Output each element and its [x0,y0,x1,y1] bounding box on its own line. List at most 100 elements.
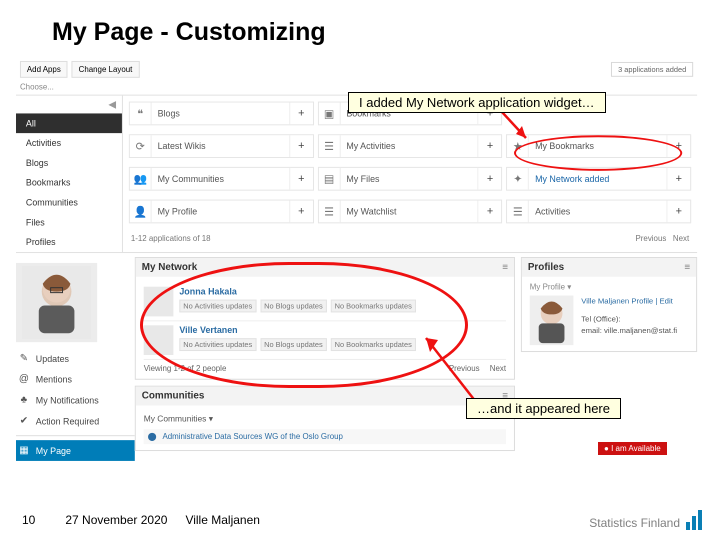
availability-text: I am Available [611,444,661,453]
collapse-icon[interactable]: ◀ [16,96,122,114]
sidebar-item-label: Mentions [36,374,72,384]
sidebar-item[interactable]: ✎Updates [16,348,135,369]
app-label: My Files [340,174,477,184]
sidebar-item[interactable]: @Mentions [16,369,135,390]
add-app-plus[interactable]: + [666,201,690,223]
community-row[interactable]: ⬤ Administrative Data Sources WG of the … [144,429,506,444]
add-apps-button[interactable]: Add Apps [20,60,68,77]
app-cell[interactable]: ☰My Activities+ [318,134,503,158]
app-icon: ☰ [507,201,529,223]
app-label: My Activities [340,141,477,151]
app-cell[interactable]: ✦My Network added+ [506,167,691,191]
pager-range: 1-12 applications of 18 [131,234,211,248]
app-cell[interactable]: ▤My Files+ [318,167,503,191]
app-label: Blogs [152,108,289,118]
category-item[interactable]: Files [16,212,122,232]
sidebar-icon: ✔ [18,415,30,426]
category-item[interactable]: All [16,113,122,133]
add-app-plus[interactable]: + [289,201,313,223]
grid-icon: ▦ [18,445,30,456]
widget-menu-icon[interactable]: ≡ [502,262,508,273]
category-item[interactable]: Activities [16,133,122,153]
add-app-plus[interactable]: + [666,168,690,190]
slide-title: My Page - Customizing [52,18,326,47]
add-app-plus[interactable]: + [289,103,313,125]
profile-email: email: ville.maljanen@stat.fi [581,325,677,337]
network-person-row[interactable]: Jonna Hakala No Activities updates No Blog… [144,283,506,322]
app-label: My Network added [529,174,666,184]
person-name: Jonna Hakala [179,287,415,297]
app-cell[interactable]: ❝Blogs+ [129,102,314,126]
availability-badge[interactable]: ● I am Available [598,442,667,455]
app-icon: ★ [507,135,529,157]
person-name: Ville Vertanen [179,325,415,335]
page-number: 10 [22,513,35,527]
pager-next[interactable]: Next [673,234,689,243]
profiles-widget: Profiles ≡ My Profile ▾ Ville Maljanen P… [521,257,697,352]
add-app-plus[interactable]: + [666,135,690,157]
annotation-top: I added My Network application widget… [348,92,606,113]
category-item[interactable]: Bookmarks [16,173,122,193]
add-app-plus[interactable]: + [478,135,502,157]
pager-prev[interactable]: Previous [635,234,666,243]
widget-title: Profiles [528,262,564,273]
screenshot-container: Add Apps Change Layout 3 applications ad… [16,58,697,454]
left-column: ✎Updates@Mentions ♣ My Notifications ✔Actio… [16,257,135,461]
prev-link[interactable]: Previous [449,364,480,373]
app-icon: ▣ [319,103,341,125]
category-item[interactable]: Communities [16,193,122,213]
status-chip: No Blogs updates [260,300,327,313]
app-icon: 👥 [130,168,152,190]
sidebar-icon: ♣ [18,395,30,406]
communities-selector[interactable]: My Communities ▾ [144,411,506,426]
app-cell[interactable]: ★My Bookmarks+ [506,134,691,158]
sidebar-item-label: My Notifications [36,395,99,405]
app-cell[interactable]: ⟳Latest Wikis+ [129,134,314,158]
app-cell[interactable]: ☰Activities+ [506,200,691,224]
app-icon: ❝ [130,103,152,125]
app-label: My Bookmarks [529,141,666,151]
app-cell[interactable]: ☰My Watchlist+ [318,200,503,224]
network-person-row[interactable]: Ville Vertanen No Activities updates No Bl… [144,321,506,360]
status-chip: No Activities updates [179,338,256,351]
app-picker: ◀ AllActivitiesBlogsBookmarksCommunities… [16,95,697,253]
user-avatar [16,263,97,342]
next-link[interactable]: Next [490,364,506,373]
sidebar-item-label: Updates [36,354,69,364]
app-label: Latest Wikis [152,141,289,151]
add-app-plus[interactable]: + [478,168,502,190]
app-grid: ❝Blogs+▣Bookmarks++⟳Latest Wikis+☰My Act… [123,96,697,252]
brand-logo: Statistics Finland [589,510,702,530]
brand-text: Statistics Finland [589,516,680,530]
sidebar-item[interactable]: ✔Action Required [16,410,135,431]
app-label: My Watchlist [340,207,477,217]
brand-bars-icon [686,510,702,530]
app-icon: ▤ [319,168,341,190]
app-cell[interactable]: 👤My Profile+ [129,200,314,224]
category-item[interactable]: Profiles [16,232,122,252]
change-layout-button[interactable]: Change Layout [72,60,140,77]
category-item[interactable]: Blogs [16,153,122,173]
sidebar-item-mypage[interactable]: ▦ My Page [16,440,135,461]
footer-author: Ville Maljanen [185,513,260,527]
add-app-plus[interactable]: + [289,168,313,190]
add-app-plus[interactable]: + [478,201,502,223]
profile-name-line: Ville Maljanen Profile | Edit [581,296,677,308]
right-column: Profiles ≡ My Profile ▾ Ville Maljanen P… [521,257,697,461]
app-cell[interactable]: 👥My Communities+ [129,167,314,191]
annotation-bottom: …and it appeared here [466,398,621,419]
profile-tel: Tel (Office): [581,313,677,325]
widget-menu-icon[interactable]: ≡ [684,262,690,273]
status-chip: No Blogs updates [260,338,327,351]
person-avatar [144,287,174,317]
person-avatar [144,325,174,355]
footer-date: 27 November 2020 [65,513,167,527]
status-chip: No Bookmarks updates [331,300,416,313]
status-chip: No Activities updates [179,300,256,313]
sidebar-item[interactable]: ♣ My Notifications [16,390,135,411]
profiles-subtitle[interactable]: My Profile ▾ [530,283,688,292]
communities-widget: Communities ≡ My Communities ▾ ⬤ Adminis… [135,386,515,451]
status-chip: No Bookmarks updates [331,338,416,351]
dashboard: ✎Updates@Mentions ♣ My Notifications ✔Actio… [16,257,697,461]
add-app-plus[interactable]: + [289,135,313,157]
